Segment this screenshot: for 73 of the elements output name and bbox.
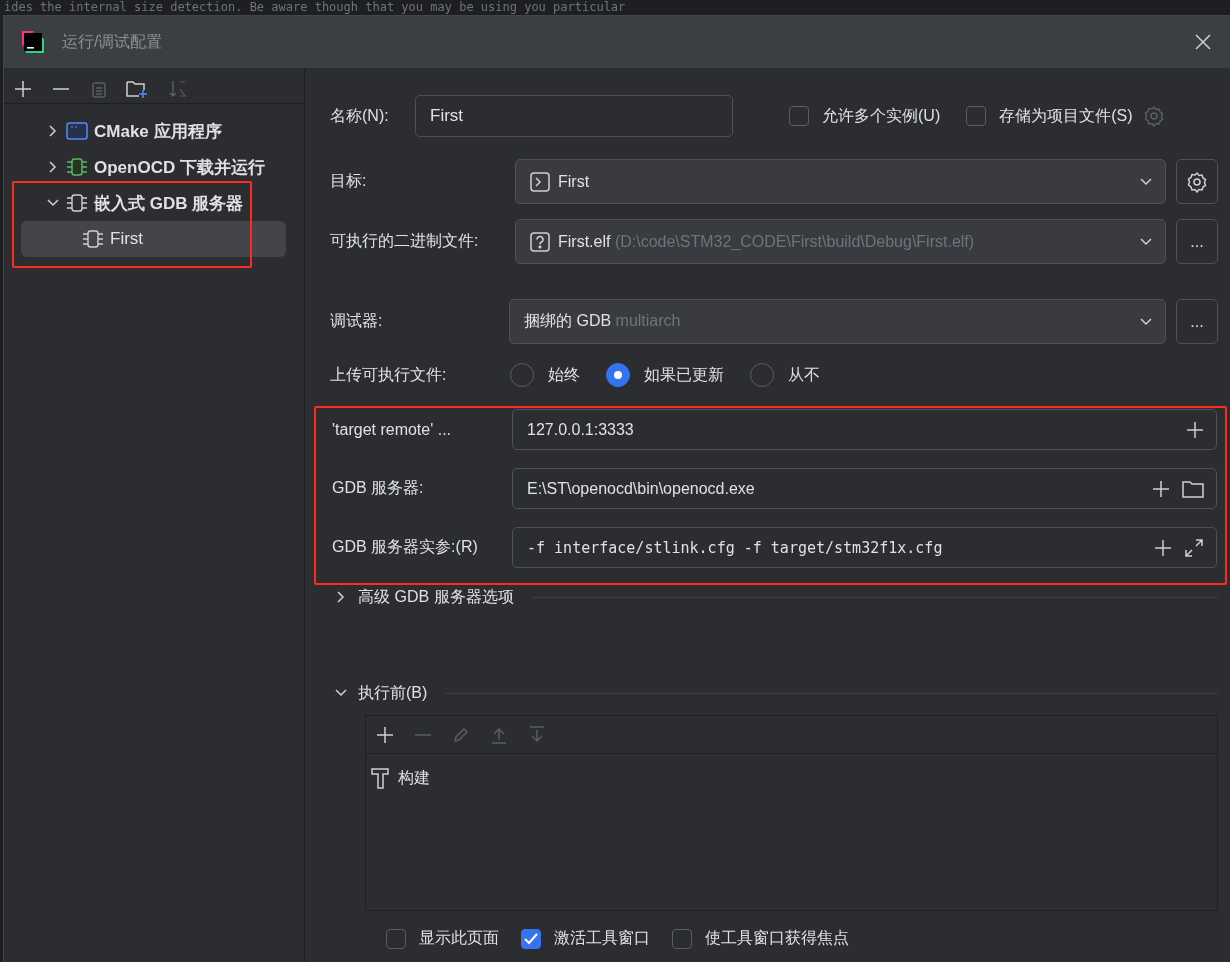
- dropdown[interactable]: First.elf (D:\code\STM32_CODE\First\build\Debug\First.elf): [515, 219, 1166, 264]
- checkbox[interactable]: [966, 106, 987, 126]
- add-icon: [376, 725, 394, 744]
- window-icon: [66, 122, 88, 140]
- chip-icon: [82, 229, 104, 249]
- field-label: 上传可执行文件:: [330, 364, 448, 385]
- new-folder-button[interactable]: [126, 78, 148, 99]
- remove-icon: [414, 732, 432, 737]
- sort-icon: [168, 78, 188, 99]
- expand-icon: [1184, 537, 1204, 558]
- checkbox[interactable]: [521, 928, 541, 949]
- settings-icon: [1186, 170, 1208, 193]
- section-title: 高级 GDB 服务器选项: [358, 586, 514, 607]
- add-button[interactable]: [376, 725, 394, 744]
- chip-icon: [66, 193, 88, 213]
- window-title: 运行/调试配置: [62, 31, 163, 52]
- input-field[interactable]: E:\ST\openocd\bin\openocd.exe: [512, 468, 1217, 509]
- checkbox[interactable]: [386, 928, 406, 949]
- close-button[interactable]: [1194, 33, 1212, 51]
- name-field[interactable]: First: [415, 95, 733, 137]
- settings-icon: [1142, 105, 1165, 127]
- chip-icon: [66, 157, 88, 177]
- section-header[interactable]: 高级 GDB 服务器选项: [314, 585, 1218, 609]
- dropdown[interactable]: 捆绑的 GDB multiarch: [509, 299, 1166, 344]
- tree-item[interactable]: OpenOCD 下载并运行: [21, 149, 286, 185]
- new-folder-icon: [126, 78, 148, 99]
- tree-item[interactable]: 嵌入式 GDB 服务器: [21, 185, 286, 221]
- dropdown[interactable]: First: [515, 159, 1166, 204]
- field-label: 可执行的二进制文件:: [330, 231, 480, 251]
- checkbox-label: 允许多个实例(U): [822, 105, 941, 126]
- radio-button[interactable]: [606, 363, 630, 387]
- copy-icon: [90, 79, 106, 98]
- radio-label: 从不: [788, 364, 820, 385]
- field-label: 目标:: [330, 171, 368, 191]
- section-title: 执行前(B): [358, 682, 428, 703]
- input-field[interactable]: 127.0.0.1:3333: [512, 409, 1217, 450]
- plus-icon: [1186, 420, 1204, 439]
- field-label: GDB 服务器:: [332, 478, 425, 498]
- background-text: ides the internal size detection. Be aware though that you may be using you particular: [3, 0, 627, 15]
- browse-button[interactable]: ...: [1176, 219, 1218, 264]
- settings-button[interactable]: [1176, 159, 1218, 204]
- close-icon: [1194, 33, 1212, 51]
- app-logo-icon: [20, 29, 46, 55]
- checkbox-label: 显示此页面: [419, 928, 499, 948]
- checkbox-label: 使工具窗口获得焦点: [705, 928, 849, 948]
- add-button[interactable]: [14, 79, 32, 98]
- hammer-icon: [370, 767, 390, 789]
- remove-icon: [52, 86, 70, 91]
- tree-item[interactable]: CMake 应用程序: [21, 113, 286, 149]
- tree-item[interactable]: First: [21, 221, 286, 257]
- checkbox-label: 激活工具窗口: [554, 928, 650, 948]
- terminal-icon: [530, 171, 550, 192]
- plus-icon: [1152, 479, 1170, 498]
- down-icon: [528, 725, 546, 744]
- up-icon: [490, 725, 508, 744]
- plus-icon: [1154, 538, 1172, 557]
- question-icon: [530, 231, 550, 252]
- input-field[interactable]: -f interface/stlink.cfg -f target/stm32f1x.cfg: [512, 527, 1217, 568]
- edit-icon: [452, 725, 470, 744]
- radio-label: 如果已更新: [644, 364, 724, 385]
- radio-label: 始终: [548, 364, 580, 385]
- checkbox-label: 存储为项目文件(S): [999, 105, 1133, 126]
- add-icon: [14, 79, 32, 98]
- checkbox[interactable]: [789, 106, 809, 126]
- field-label: 名称(N):: [330, 105, 390, 126]
- section-header[interactable]: 执行前(B): [314, 681, 1218, 705]
- checkbox[interactable]: [672, 928, 692, 949]
- field-label: GDB 服务器实参:(R): [332, 537, 479, 557]
- folder-icon: [1182, 479, 1204, 498]
- field-label: 调试器:: [330, 311, 384, 331]
- list-item[interactable]: 构建: [366, 754, 1217, 789]
- browse-button[interactable]: ...: [1176, 299, 1218, 344]
- field-label: 'target remote' ...: [332, 420, 453, 439]
